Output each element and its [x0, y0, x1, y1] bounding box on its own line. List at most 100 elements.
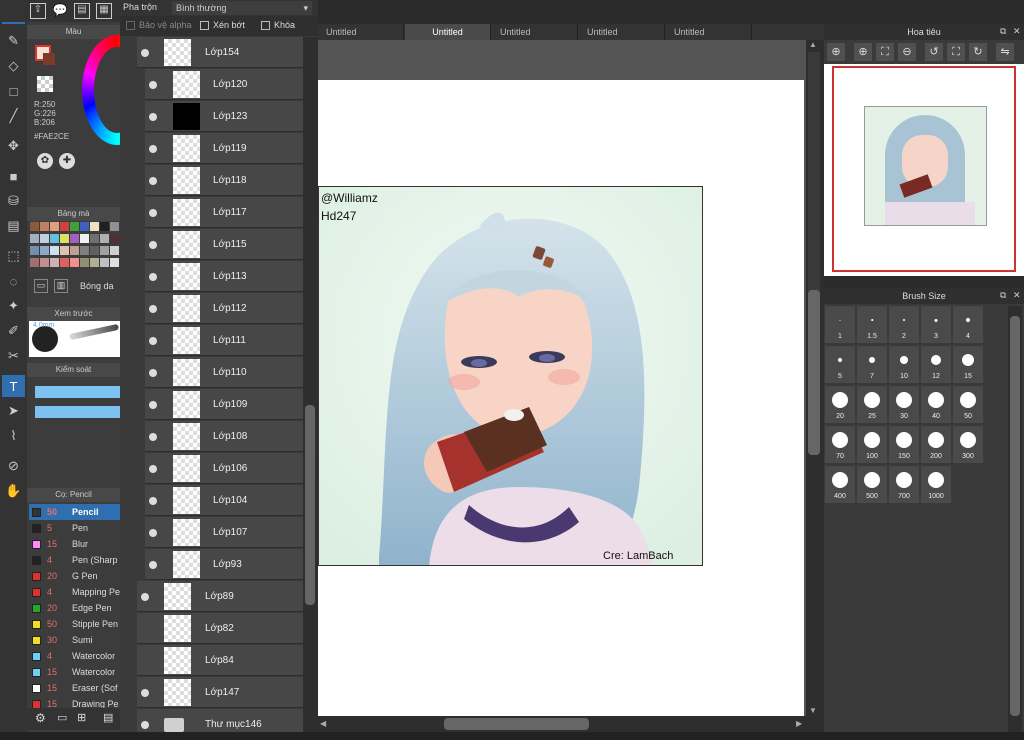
popout-icon[interactable]: ⧉ [1000, 26, 1006, 37]
palette-swatch[interactable] [30, 234, 39, 243]
layer-row[interactable]: Lớp84 [137, 645, 319, 676]
palette-swatch[interactable] [50, 258, 59, 267]
layer-row[interactable]: Lớp120 [145, 69, 319, 100]
brush-size-cell[interactable]: 40 [921, 386, 951, 423]
scroll-up-icon[interactable]: ▲ [809, 40, 817, 49]
eyedropper-icon[interactable]: ⊘ [2, 455, 25, 477]
palette-swatch[interactable] [90, 234, 99, 243]
layer-row[interactable]: Lớp107 [145, 517, 319, 548]
palette-icon[interactable]: ✿ [37, 153, 53, 169]
palette-swatch[interactable] [100, 246, 109, 255]
brush-item[interactable]: 50 Pencil [29, 504, 120, 520]
lock-checkbox[interactable] [261, 21, 270, 30]
palette-swatch[interactable] [60, 258, 69, 267]
operation-tool-icon[interactable]: ➤ [2, 400, 25, 422]
navigator-preview[interactable] [824, 64, 1024, 276]
flip-icon[interactable]: ⇋ [996, 43, 1014, 61]
palette-swatch[interactable] [50, 234, 59, 243]
canvas-vscrollbar[interactable]: ▲ ▼ [806, 40, 824, 716]
layer-row[interactable]: Lớp112 [145, 293, 319, 324]
visibility-eye-icon[interactable] [149, 81, 157, 89]
brush-item[interactable]: 20 Edge Pen [29, 600, 120, 616]
tab-document-5[interactable]: Untitled [666, 24, 752, 40]
blend-mode-select[interactable]: Bình thường ▾ [172, 1, 312, 15]
transparent-swatch[interactable] [37, 76, 53, 92]
visibility-eye-icon[interactable] [149, 401, 157, 409]
layer-scrollbar[interactable] [303, 37, 318, 740]
visibility-eye-icon[interactable] [149, 465, 157, 473]
layer-row[interactable]: Lớp115 [145, 229, 319, 260]
layer-scroll-thumb[interactable] [305, 405, 315, 605]
layer-row[interactable]: Lớp108 [145, 421, 319, 452]
palette-swatch[interactable] [40, 246, 49, 255]
palette-swatch[interactable] [110, 222, 119, 231]
brush-item[interactable]: 15 Blur [29, 536, 120, 552]
rotate-left-icon[interactable]: ↺ [925, 43, 943, 61]
palette-swatch[interactable] [60, 246, 69, 255]
scroll-down-icon[interactable]: ▼ [809, 706, 817, 715]
brush-size-cell[interactable]: 500 [857, 466, 887, 503]
opacity-slider[interactable] [35, 386, 120, 398]
palette-swatch[interactable] [60, 222, 69, 231]
layer-row[interactable]: Lớp154 [137, 37, 319, 68]
brush-size-cell[interactable]: 7 [857, 346, 887, 383]
palette-swatch[interactable] [90, 222, 99, 231]
layer-row[interactable]: Lớp110 [145, 357, 319, 388]
protect-alpha-checkbox[interactable] [126, 21, 135, 30]
tab-document-1[interactable]: Untitled [318, 24, 404, 40]
palette-swatch[interactable] [110, 258, 119, 267]
visibility-eye-icon[interactable] [149, 273, 157, 281]
brush-size-cell[interactable]: 3 [921, 306, 951, 343]
palette-swatch[interactable] [30, 258, 39, 267]
rect-tool-icon[interactable]: □ [2, 80, 25, 102]
brush-item[interactable]: 4 Watercolor [29, 648, 120, 664]
layer-row[interactable]: Lớp123 [145, 101, 319, 132]
palette-swatch[interactable] [40, 222, 49, 231]
eraser-tool-icon[interactable]: ◇ [2, 55, 25, 77]
palette-swatch[interactable] [80, 258, 89, 267]
brush-size-cell[interactable]: 700 [889, 466, 919, 503]
document-icon[interactable]: ▦ [96, 3, 112, 19]
palette-swatch[interactable] [100, 258, 109, 267]
brush-size-cell[interactable]: 300 [953, 426, 983, 463]
brush-settings-icon[interactable]: ⚙ [35, 711, 46, 725]
canvas-hscroll-thumb[interactable] [444, 718, 589, 730]
tab-document-3[interactable]: Untitled [492, 24, 578, 40]
brush-item[interactable]: 50 Stipple Pen [29, 616, 120, 632]
palette-swatch[interactable] [90, 258, 99, 267]
palette-swatch[interactable] [80, 234, 89, 243]
palette-swatch[interactable] [60, 234, 69, 243]
brush-size-cell[interactable]: 25 [857, 386, 887, 423]
palette-swatch[interactable] [50, 222, 59, 231]
layer-row[interactable]: Lớp104 [145, 485, 319, 516]
tab-document-4[interactable]: Untitled [579, 24, 665, 40]
palette-swatch[interactable] [30, 246, 39, 255]
brush-item[interactable]: 4 Mapping Pe [29, 584, 120, 600]
canvas-hscrollbar[interactable]: ◀ ▶ [318, 716, 824, 732]
palette-grid[interactable] [29, 222, 120, 272]
brush-size-cell[interactable]: 4 [953, 306, 983, 343]
brush-doc-icon[interactable]: ▤ [103, 711, 113, 724]
visibility-eye-icon[interactable] [149, 177, 157, 185]
new-brush-icon[interactable]: ▭ [57, 711, 67, 724]
brush-size-cell[interactable]: 1 [825, 306, 855, 343]
visibility-eye-icon[interactable] [141, 593, 149, 601]
brush-size-cell[interactable]: 12 [921, 346, 951, 383]
popout-icon[interactable]: ⧉ [1000, 290, 1006, 301]
canvas-vscroll-thumb[interactable] [808, 290, 820, 455]
brush-size-scrollbar[interactable] [1008, 306, 1022, 740]
text-tool-icon[interactable]: T [2, 375, 25, 397]
palette-swatch[interactable] [100, 222, 109, 231]
select-rect-icon[interactable]: ⬚ [2, 245, 25, 267]
palette-swatch[interactable] [40, 234, 49, 243]
scroll-left-icon[interactable]: ◀ [320, 719, 326, 728]
layer-row[interactable]: Lớp147 [137, 677, 319, 708]
chat-icon[interactable]: 💬 [52, 3, 68, 19]
clipping-checkbox[interactable] [200, 21, 209, 30]
visibility-eye-icon[interactable] [149, 337, 157, 345]
tab-document-2[interactable]: Untitled [405, 24, 491, 40]
palette-swatch[interactable] [80, 246, 89, 255]
close-icon[interactable]: ✕ [1013, 26, 1021, 37]
visibility-eye-icon[interactable] [141, 689, 149, 697]
brush-size-cell[interactable]: 100 [857, 426, 887, 463]
